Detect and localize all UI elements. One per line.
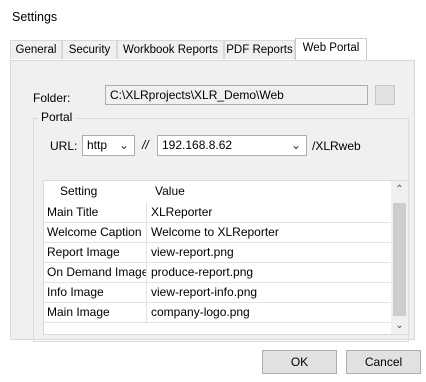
tab-strip: General Security Workbook Reports PDF Re… (10, 38, 416, 60)
table-row[interactable]: Report Image view-report.png (44, 243, 393, 263)
column-header-value[interactable]: Value (155, 184, 185, 198)
setting-cell: Main Image (44, 303, 147, 322)
settings-grid[interactable]: Setting Value Main Title XLReporter Welc… (43, 180, 409, 335)
ok-button[interactable]: OK (262, 350, 337, 374)
tab-web-portal[interactable]: Web Portal (295, 38, 367, 60)
table-row[interactable]: Welcome Caption Welcome to XLReporter (44, 223, 393, 243)
url-path-suffix: /XLRweb (312, 139, 361, 153)
value-cell[interactable]: view-report-info.png (151, 283, 257, 302)
column-header-setting[interactable]: Setting (60, 184, 97, 198)
scroll-up-arrow-icon[interactable]: ⌃ (391, 181, 408, 198)
grid-header: Setting Value (44, 181, 393, 199)
setting-cell: Main Title (44, 203, 147, 222)
table-row[interactable]: Main Image company-logo.png (44, 303, 393, 323)
setting-cell: Welcome Caption (44, 223, 147, 242)
value-cell[interactable]: XLReporter (151, 203, 212, 222)
value-cell[interactable]: company-logo.png (151, 303, 250, 322)
scroll-down-arrow-icon[interactable]: ⌄ (391, 317, 408, 334)
folder-label: Folder: (33, 91, 71, 105)
tab-general[interactable]: General (10, 40, 62, 59)
tab-security[interactable]: Security (62, 40, 117, 59)
value-cell[interactable]: view-report.png (151, 243, 234, 262)
portal-group-legend: Portal (38, 110, 76, 124)
tab-workbook-reports[interactable]: Workbook Reports (117, 40, 224, 59)
protocol-select[interactable]: http ⌄ (82, 135, 135, 156)
table-row[interactable]: Main Title XLReporter (44, 203, 393, 223)
protocol-value: http (87, 138, 108, 152)
chevron-down-icon: ⌄ (118, 138, 129, 152)
protocol-separator: // (142, 138, 149, 152)
window-title: Settings (12, 10, 58, 24)
url-label: URL: (50, 139, 78, 153)
chevron-down-icon: ⌄ (290, 138, 301, 152)
scroll-thumb[interactable] (393, 203, 406, 316)
tab-pdf-reports[interactable]: PDF Reports (224, 40, 295, 59)
setting-cell: On Demand Image (44, 263, 147, 282)
setting-cell: Report Image (44, 243, 147, 262)
cancel-button[interactable]: Cancel (346, 350, 421, 374)
host-select[interactable]: 192.168.8.62 ⌄ (157, 135, 307, 156)
value-cell[interactable]: produce-report.png (151, 263, 253, 282)
setting-cell: Info Image (44, 283, 147, 302)
folder-browse-button[interactable] (375, 85, 395, 105)
grid-vertical-scrollbar[interactable]: ⌃ ⌄ (391, 181, 408, 334)
value-cell[interactable]: Welcome to XLReporter (151, 223, 279, 242)
folder-path-field[interactable]: C:\XLRprojects\XLR_Demo\Web (105, 85, 368, 105)
host-value: 192.168.8.62 (162, 138, 233, 152)
table-row[interactable]: Info Image view-report-info.png (44, 283, 393, 303)
table-row[interactable]: On Demand Image produce-report.png (44, 263, 393, 283)
